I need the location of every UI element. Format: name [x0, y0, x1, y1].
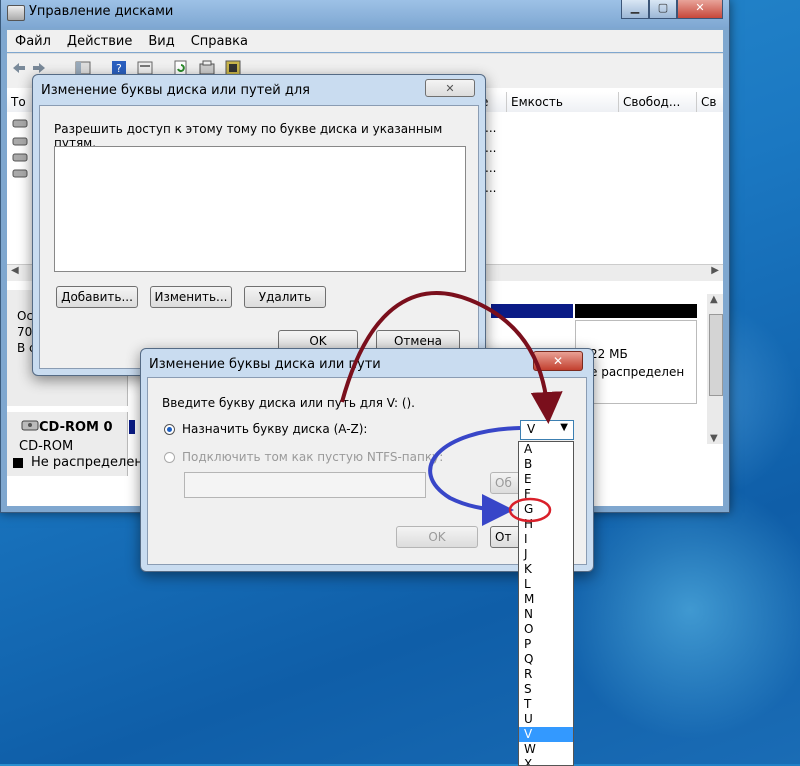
close-icon: ✕: [552, 354, 564, 368]
letter-option[interactable]: Q: [519, 652, 573, 667]
letter-option[interactable]: R: [519, 667, 573, 682]
minimize-button[interactable]: ▁: [621, 0, 649, 19]
assign-letter-radio[interactable]: [164, 424, 175, 435]
disk-panel-vscrollbar[interactable]: ▲ ▼: [707, 294, 723, 444]
letter-option[interactable]: G: [519, 502, 573, 517]
disk-management-icon: [7, 5, 25, 21]
cdrom-partition-bar: [129, 420, 135, 434]
remove-button[interactable]: Удалить: [244, 286, 326, 308]
title-bar[interactable]: Управление дисками ▁ ▢ ✕: [1, 0, 729, 28]
close-button[interactable]: ✕: [677, 0, 723, 19]
letter-option[interactable]: U: [519, 712, 573, 727]
change-drive-letter-dialog-back: Изменение буквы диска или путей для ✕ Ра…: [32, 74, 486, 376]
back-arrow-icon[interactable]: [11, 60, 27, 76]
change-button[interactable]: Изменить...: [150, 286, 232, 308]
letter-option[interactable]: N: [519, 607, 573, 622]
letter-option[interactable]: S: [519, 682, 573, 697]
letter-option[interactable]: J: [519, 547, 573, 562]
mount-folder-label: Подключить том как пустую NTFS-папку:: [182, 450, 444, 464]
partition-bar-unallocated: [575, 304, 697, 318]
letter-option[interactable]: W: [519, 742, 573, 757]
mount-folder-radio[interactable]: [164, 452, 175, 463]
scroll-left-icon[interactable]: ◀: [11, 265, 19, 276]
letter-option-selected[interactable]: V: [519, 727, 573, 742]
menu-bar: Файл Действие Вид Справка: [7, 30, 723, 52]
front-dialog-title: Изменение буквы диска или пути: [149, 357, 381, 372]
menu-view[interactable]: Вид: [140, 34, 182, 49]
paths-listbox[interactable]: [54, 146, 466, 272]
letter-option[interactable]: B: [519, 457, 573, 472]
maximize-button[interactable]: ▢: [649, 0, 677, 19]
front-dialog-close-button[interactable]: ✕: [533, 351, 583, 371]
back-dialog-body: Разрешить доступ к этому тому по букве д…: [39, 105, 479, 369]
legend-swatch-unallocated: [13, 458, 23, 468]
back-dialog-title: Изменение буквы диска или путей для: [41, 83, 310, 98]
letter-option[interactable]: P: [519, 637, 573, 652]
letter-option[interactable]: I: [519, 532, 573, 547]
letter-option[interactable]: E: [519, 472, 573, 487]
front-ok-button[interactable]: OK: [396, 526, 478, 548]
scroll-up-icon[interactable]: ▲: [710, 294, 718, 305]
scroll-down-icon[interactable]: ▼: [710, 433, 718, 444]
letter-option[interactable]: O: [519, 622, 573, 637]
volume-row-trunc-text: ... ... ... ...: [485, 121, 497, 195]
assign-letter-label: Назначить букву диска (A-Z):: [182, 422, 368, 436]
letter-option[interactable]: X: [519, 757, 573, 765]
cdrom-name: CD-ROM 0: [39, 420, 113, 435]
cdrom-icon: [21, 420, 39, 431]
selected-letter: V: [527, 422, 536, 436]
drive-letter-select[interactable]: V ▼: [520, 420, 574, 440]
add-button[interactable]: Добавить...: [56, 286, 138, 308]
column-header-free[interactable]: Свобод...: [619, 92, 697, 112]
column-header-capacity[interactable]: Емкость: [507, 92, 619, 112]
close-icon: ✕: [445, 82, 455, 95]
column-header-free-pct[interactable]: Св: [697, 92, 723, 112]
menu-help[interactable]: Справка: [183, 34, 256, 49]
letter-option[interactable]: K: [519, 562, 573, 577]
letter-option[interactable]: M: [519, 592, 573, 607]
partition-size: 22 МБ: [590, 347, 628, 361]
scroll-right-icon[interactable]: ▶: [711, 265, 719, 276]
scroll-thumb[interactable]: [709, 314, 723, 396]
partition-bar-primary: [491, 304, 573, 318]
legend-unallocated: Не распределен: [31, 455, 143, 470]
letter-option[interactable]: A: [519, 442, 573, 457]
letter-option[interactable]: T: [519, 697, 573, 712]
menu-action[interactable]: Действие: [59, 34, 140, 49]
letter-option[interactable]: H: [519, 517, 573, 532]
drive-letter-dropdown-list[interactable]: A B E F G H I J K L M N O P Q R S T U V …: [518, 441, 574, 766]
chevron-down-icon: ▼: [560, 422, 568, 433]
front-dialog-prompt: Введите букву диска или путь для V: ().: [162, 396, 415, 410]
back-dialog-close-button[interactable]: ✕: [425, 79, 475, 97]
volume-list-icons: [12, 119, 28, 178]
window-title: Управление дисками: [29, 4, 174, 19]
letter-option[interactable]: F: [519, 487, 573, 502]
partition-status: е распределен: [590, 365, 685, 379]
cdrom-type: CD-ROM: [19, 439, 74, 454]
desktop-glow: [560, 480, 800, 740]
folder-path-input[interactable]: [184, 472, 426, 498]
menu-file[interactable]: Файл: [7, 34, 59, 49]
letter-option[interactable]: L: [519, 577, 573, 592]
